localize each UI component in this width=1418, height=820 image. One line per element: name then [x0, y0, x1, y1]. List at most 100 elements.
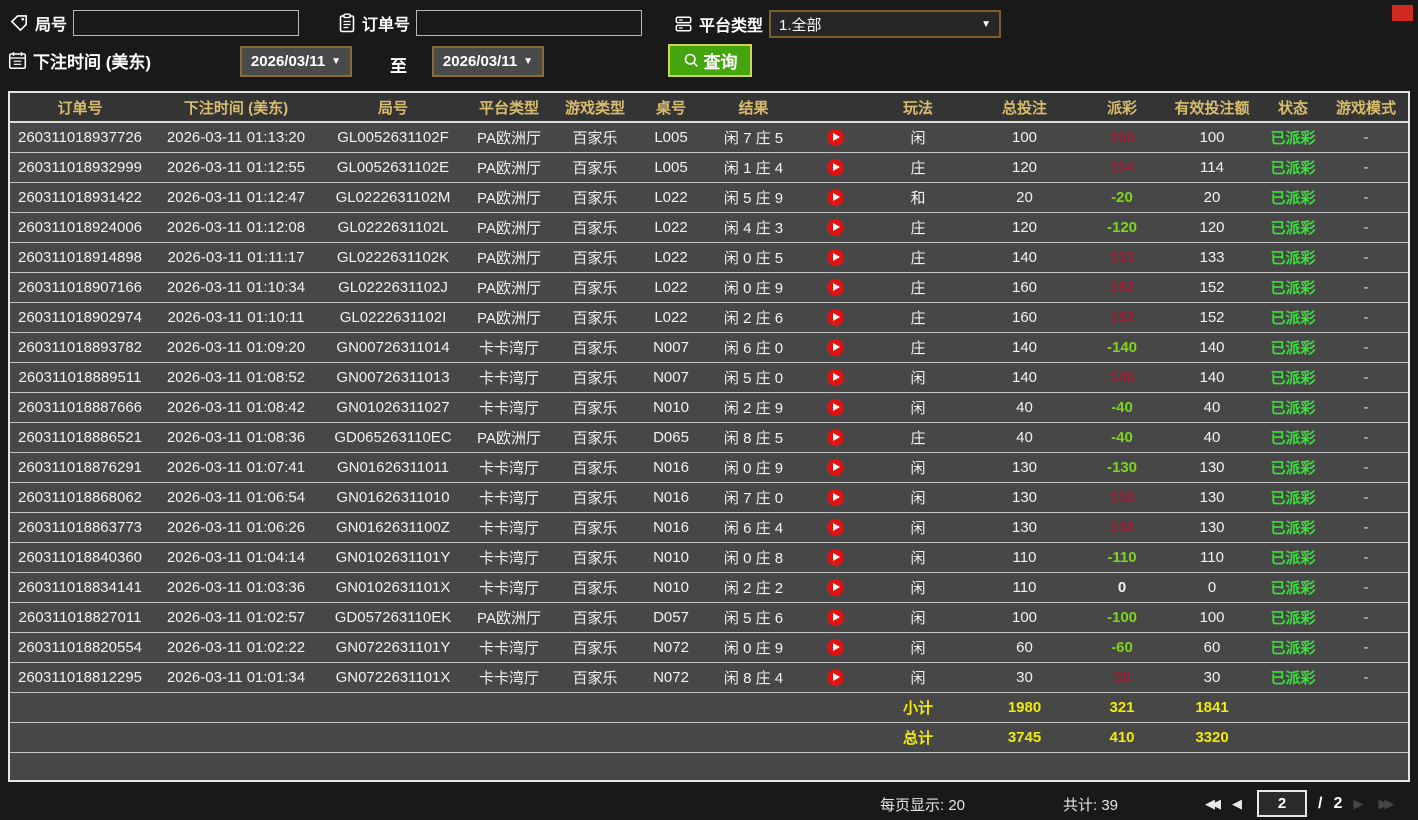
cell-time: 2026-03-11 01:12:55: [166, 159, 306, 176]
cell-result: 闲 5 庄 9: [723, 190, 784, 207]
page-number-input[interactable]: [1257, 790, 1307, 817]
play-icon[interactable]: [826, 489, 844, 506]
cell-game: 百家乐: [572, 310, 618, 327]
play-icon[interactable]: [826, 669, 844, 686]
order-input[interactable]: [416, 10, 643, 36]
cell-result: 闲 0 庄 9: [723, 640, 784, 657]
date-to-value: 2026/03/11: [442, 53, 518, 70]
cell-table: L005: [654, 129, 688, 146]
cell-table: L022: [654, 219, 688, 236]
date-to-select[interactable]: 2026/03/11 ▼: [432, 46, 544, 77]
play-icon[interactable]: [826, 579, 844, 596]
play-icon[interactable]: [826, 279, 844, 296]
cell-time: 2026-03-11 01:02:22: [166, 639, 306, 656]
last-page-button[interactable]: ▶▶: [1378, 796, 1394, 812]
round-input[interactable]: [73, 10, 300, 36]
play-icon[interactable]: [826, 309, 844, 326]
cell-bet: 闲: [910, 670, 926, 687]
subtotal-row-payout: 321: [1109, 699, 1135, 716]
table-row: 260311018931422 2026-03-11 01:12:47 GL0222…: [10, 183, 1408, 213]
prev-page-button[interactable]: ◀: [1232, 796, 1246, 812]
cell-payout: -140: [1106, 339, 1138, 356]
search-button[interactable]: 查询: [668, 44, 752, 77]
cell-table: N016: [653, 489, 689, 506]
table-row: 260311018812295 2026-03-11 01:01:34 GN0722…: [10, 663, 1408, 693]
cell-time: 2026-03-11 01:12:47: [166, 189, 306, 206]
cell-platform: PA欧洲厅: [477, 310, 541, 327]
play-icon[interactable]: [826, 399, 844, 416]
cell-status: 已派彩: [1270, 670, 1316, 687]
cell-payout: 114: [1109, 159, 1135, 176]
cell-valid: 120: [1199, 219, 1225, 236]
first-page-button[interactable]: ◀◀: [1205, 796, 1221, 812]
cell-platform: PA欧洲厅: [477, 220, 541, 237]
table-filler-row: [10, 753, 1408, 777]
play-icon[interactable]: [826, 129, 844, 146]
cell-mode: -: [1363, 519, 1369, 536]
cell-payout: -20: [1111, 189, 1133, 206]
play-icon[interactable]: [826, 459, 844, 476]
cell-order: 260311018887666: [17, 399, 143, 416]
cell-game: 百家乐: [572, 370, 618, 387]
cell-bet: 庄: [910, 280, 926, 297]
cell-order: 260311018889511: [18, 369, 142, 386]
cell-total: 100: [1011, 129, 1038, 146]
cell-payout: 0: [1117, 579, 1127, 596]
cell-bet: 闲: [910, 130, 926, 147]
cell-status: 已派彩: [1270, 280, 1316, 297]
cell-video: [801, 483, 869, 512]
bet-time-filter: 下注时间 (美东): [8, 48, 151, 73]
cell-table: L022: [654, 279, 688, 296]
table-header: 订单号 下注时间 (美东) 局号 平台类型 游戏类型 桌号 结果 玩法 总投注 派彩 有效投注额 状态…: [10, 93, 1408, 123]
cell-time: 2026-03-11 01:07:41: [166, 459, 306, 476]
cell-time: 2026-03-11 01:04:14: [166, 549, 306, 566]
cell-result: 闲 7 庄 0: [723, 490, 784, 507]
table-body: 260311018937726 2026-03-11 01:13:20 GL0052…: [10, 123, 1408, 753]
cell-game: 百家乐: [572, 250, 618, 267]
column-header: 桌号: [655, 99, 686, 117]
order-filter: 订单号: [338, 10, 643, 36]
play-icon[interactable]: [826, 519, 844, 536]
cell-total: 40: [1016, 399, 1033, 416]
records-table: 订单号 下注时间 (美东) 局号 平台类型 游戏类型 桌号 结果 玩法 总投注 派彩 有效投注额 状态…: [8, 91, 1410, 782]
play-icon[interactable]: [826, 429, 844, 446]
play-icon[interactable]: [826, 549, 844, 566]
cell-payout: 30: [1113, 669, 1131, 686]
next-page-button[interactable]: ▶: [1353, 796, 1367, 812]
cell-round: GN0722631101Y: [335, 639, 451, 656]
platform-select[interactable]: 1.全部 ▼: [769, 10, 1002, 38]
play-icon[interactable]: [826, 219, 844, 236]
grand-total-row-valid: 3320: [1195, 729, 1229, 746]
cell-result: 闲 0 庄 9: [723, 280, 784, 297]
cell-valid: 140: [1199, 369, 1225, 386]
cell-mode: -: [1363, 369, 1369, 386]
play-icon[interactable]: [826, 249, 844, 266]
cell-payout: -130: [1106, 459, 1138, 476]
cell-valid: 133: [1199, 249, 1225, 266]
cell-game: 百家乐: [572, 400, 618, 417]
cell-game: 百家乐: [572, 340, 618, 357]
cell-table: N010: [653, 579, 689, 596]
cell-empty: [801, 693, 869, 722]
cell-game: 百家乐: [572, 490, 618, 507]
play-icon[interactable]: [826, 609, 844, 626]
cell-order: 260311018914898: [17, 249, 143, 266]
to-label: 至: [390, 57, 407, 76]
grand-total-row-payout: 410: [1109, 729, 1135, 746]
cell-valid: 130: [1199, 519, 1225, 536]
cell-video: [801, 423, 869, 452]
cell-time: 2026-03-11 01:08:52: [166, 369, 306, 386]
cell-empty: [554, 723, 636, 752]
chevron-down-icon: ▼: [331, 56, 342, 67]
play-icon[interactable]: [826, 189, 844, 206]
play-icon[interactable]: [826, 369, 844, 386]
cell-payout: 152: [1109, 279, 1135, 296]
grand-total-row: 总计 3745 410 3320: [10, 723, 1408, 753]
cell-mode: -: [1363, 309, 1369, 326]
play-icon[interactable]: [826, 159, 844, 176]
play-icon[interactable]: [826, 339, 844, 356]
column-header: 局号: [377, 99, 408, 117]
per-page-label: 每页显示: 20: [880, 797, 966, 814]
date-from-select[interactable]: 2026/03/11 ▼: [240, 46, 352, 77]
play-icon[interactable]: [826, 639, 844, 656]
